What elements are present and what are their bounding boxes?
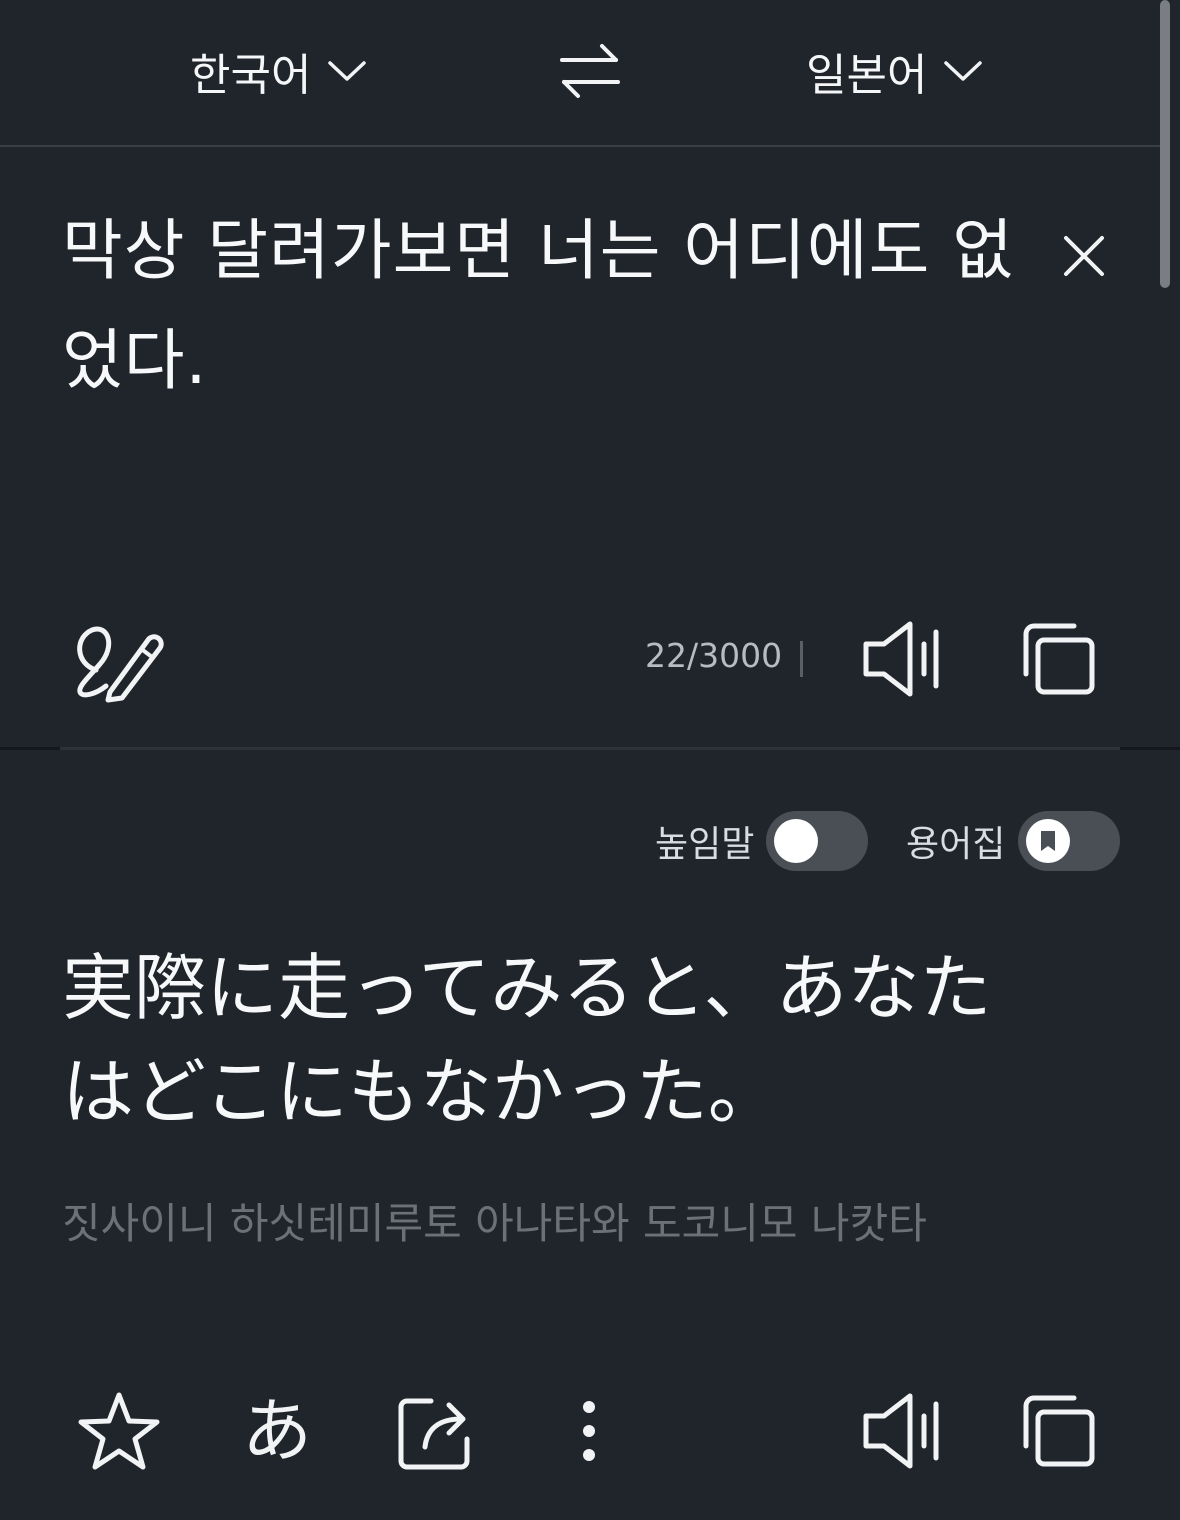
copy-icon (1023, 623, 1095, 695)
favorite-button[interactable] (74, 1386, 164, 1476)
source-language-label: 한국어 (190, 50, 312, 101)
character-count: 22/3000 (645, 636, 783, 675)
honorific-label: 높임말 (655, 824, 755, 865)
target-speak-button[interactable] (860, 1386, 950, 1476)
honorific-toggle[interactable] (766, 811, 868, 871)
source-speak-button[interactable] (860, 614, 950, 704)
count-separator (800, 641, 803, 677)
source-copy-button[interactable] (1014, 614, 1104, 704)
bookmark-icon (1041, 831, 1055, 851)
source-language-selector[interactable]: 한국어 (190, 36, 367, 106)
target-copy-button[interactable] (1014, 1386, 1104, 1476)
target-language-selector[interactable]: 일본어 (806, 36, 983, 106)
language-bar: 한국어 일본어 (0, 0, 1170, 146)
share-icon (398, 1398, 470, 1470)
toggle-knob (1026, 819, 1070, 863)
glossary-toggle[interactable] (1018, 811, 1120, 871)
scrollbar[interactable] (1160, 0, 1170, 288)
toggle-knob (774, 819, 818, 863)
pronunciation-text: 짓사이니 하싯테미루토 아나타와 도코니모 나캇타 (62, 1199, 927, 1248)
kana-button[interactable]: あ (232, 1386, 322, 1476)
handwriting-icon (77, 626, 164, 703)
header-divider (0, 145, 1170, 147)
speaker-icon (863, 621, 939, 697)
panel-divider-inner (60, 747, 1120, 750)
swap-languages-button[interactable] (556, 38, 624, 106)
swap-icon (560, 44, 620, 98)
copy-icon (1023, 1395, 1095, 1467)
glossary-label: 용어집 (906, 824, 1006, 865)
chevron-down-icon (944, 61, 983, 81)
share-button[interactable] (388, 1386, 478, 1476)
more-options-button[interactable] (544, 1386, 634, 1476)
handwriting-button[interactable] (66, 614, 166, 704)
star-icon (78, 1392, 160, 1470)
kana-label: あ (242, 1390, 312, 1472)
translated-text: 実際に走ってみると、あなたはどこにもなかった。 (62, 946, 992, 1134)
more-vertical-icon (583, 1401, 595, 1461)
chevron-down-icon (328, 61, 367, 81)
close-icon (1064, 236, 1104, 276)
speaker-icon (863, 1393, 939, 1469)
target-language-label: 일본어 (806, 50, 928, 101)
source-text-input[interactable]: 막상 달려가보면 너는 어디에도 없었다. (62, 196, 1022, 416)
clear-text-button[interactable] (1054, 226, 1114, 286)
